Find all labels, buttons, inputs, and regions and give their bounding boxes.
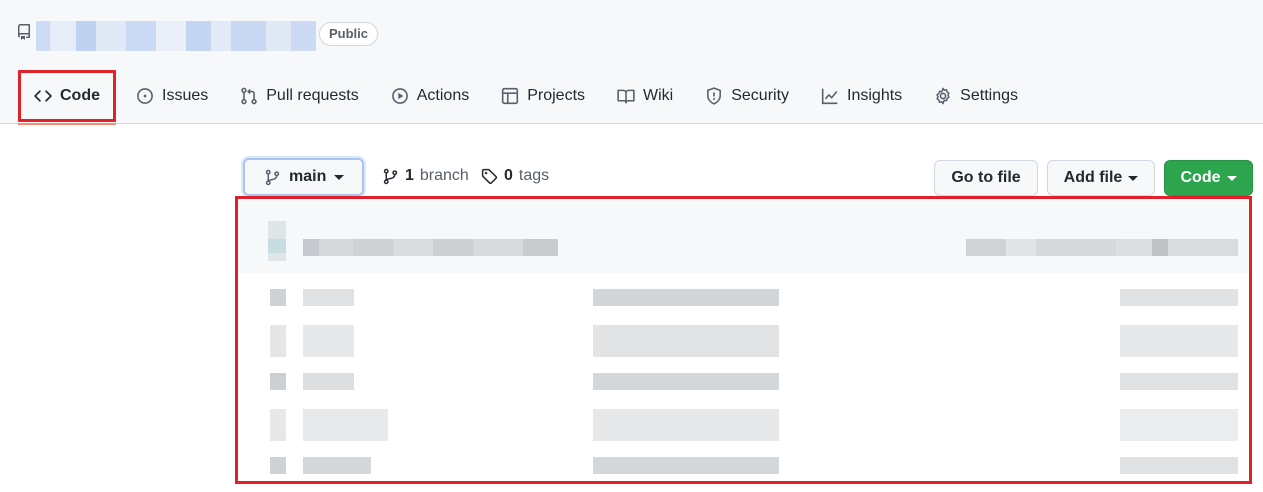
file-row[interactable] <box>238 453 1249 481</box>
branches-link[interactable]: 1 branch <box>382 167 469 185</box>
book-icon <box>617 89 635 104</box>
tab-settings[interactable]: Settings <box>918 70 1034 122</box>
tab-pull-requests[interactable]: Pull requests <box>224 70 375 122</box>
pull-request-icon <box>241 87 258 105</box>
tab-label: Security <box>731 87 790 104</box>
repository-page: Public Code Issues Pull requests Actions <box>0 0 1263 492</box>
tab-label: Settings <box>960 87 1018 104</box>
git-branch-icon <box>265 169 280 185</box>
tab-label: Projects <box>527 87 586 104</box>
tab-security[interactable]: Security <box>689 70 805 122</box>
code-icon <box>34 90 52 102</box>
repo-name-redacted[interactable] <box>36 21 316 51</box>
table-icon <box>502 87 519 105</box>
issue-icon <box>137 88 153 104</box>
repo-tabs: Code Issues Pull requests Actions Projec… <box>18 70 1034 125</box>
branch-select-button[interactable]: main <box>243 158 364 196</box>
tab-projects[interactable]: Projects <box>485 70 601 122</box>
repo-header: Public Code Issues Pull requests Actions <box>0 0 1263 125</box>
tab-wiki[interactable]: Wiki <box>601 70 689 122</box>
tag-icon <box>481 168 498 184</box>
tag-count: 0 <box>504 167 513 184</box>
tab-insights[interactable]: Insights <box>805 70 918 122</box>
shield-icon <box>707 87 722 105</box>
code-button-label: Code <box>1180 169 1221 186</box>
graph-icon <box>821 88 838 105</box>
tab-label: Code <box>60 87 100 104</box>
branch-count: 1 <box>405 167 414 184</box>
play-icon <box>391 88 408 104</box>
tab-label: Wiki <box>643 87 674 104</box>
file-row[interactable] <box>238 369 1249 403</box>
tab-label: Actions <box>416 87 470 104</box>
branch-label: branch <box>419 167 469 184</box>
tab-label: Pull requests <box>266 87 359 104</box>
gear-icon <box>936 87 950 105</box>
tab-code[interactable]: Code <box>18 70 116 125</box>
git-branch-icon <box>383 168 398 184</box>
file-row[interactable] <box>238 323 1249 357</box>
file-row[interactable] <box>238 407 1249 441</box>
chevron-down-icon <box>1226 175 1237 181</box>
visibility-badge: Public <box>319 22 379 46</box>
go-to-file-label: Go to file <box>951 169 1021 186</box>
tag-label: tags <box>518 167 550 184</box>
file-row[interactable] <box>238 285 1249 319</box>
tab-issues[interactable]: Issues <box>120 70 224 122</box>
tab-label: Insights <box>847 87 903 104</box>
chevron-down-icon <box>1128 175 1139 181</box>
tab-actions[interactable]: Actions <box>375 70 485 122</box>
add-file-label: Add file <box>1063 169 1123 186</box>
add-file-button[interactable]: Add file <box>1047 160 1155 196</box>
tab-label: Issues <box>162 87 209 104</box>
tags-link[interactable]: 0 tags <box>481 167 549 185</box>
branch-name: main <box>289 168 327 185</box>
go-to-file-button[interactable]: Go to file <box>934 160 1038 196</box>
code-download-button[interactable]: Code <box>1164 160 1253 196</box>
chevron-down-icon <box>334 174 345 180</box>
repo-icon <box>17 24 30 40</box>
file-list-redacted <box>235 196 1252 484</box>
latest-commit-bar-redacted <box>238 199 1249 273</box>
